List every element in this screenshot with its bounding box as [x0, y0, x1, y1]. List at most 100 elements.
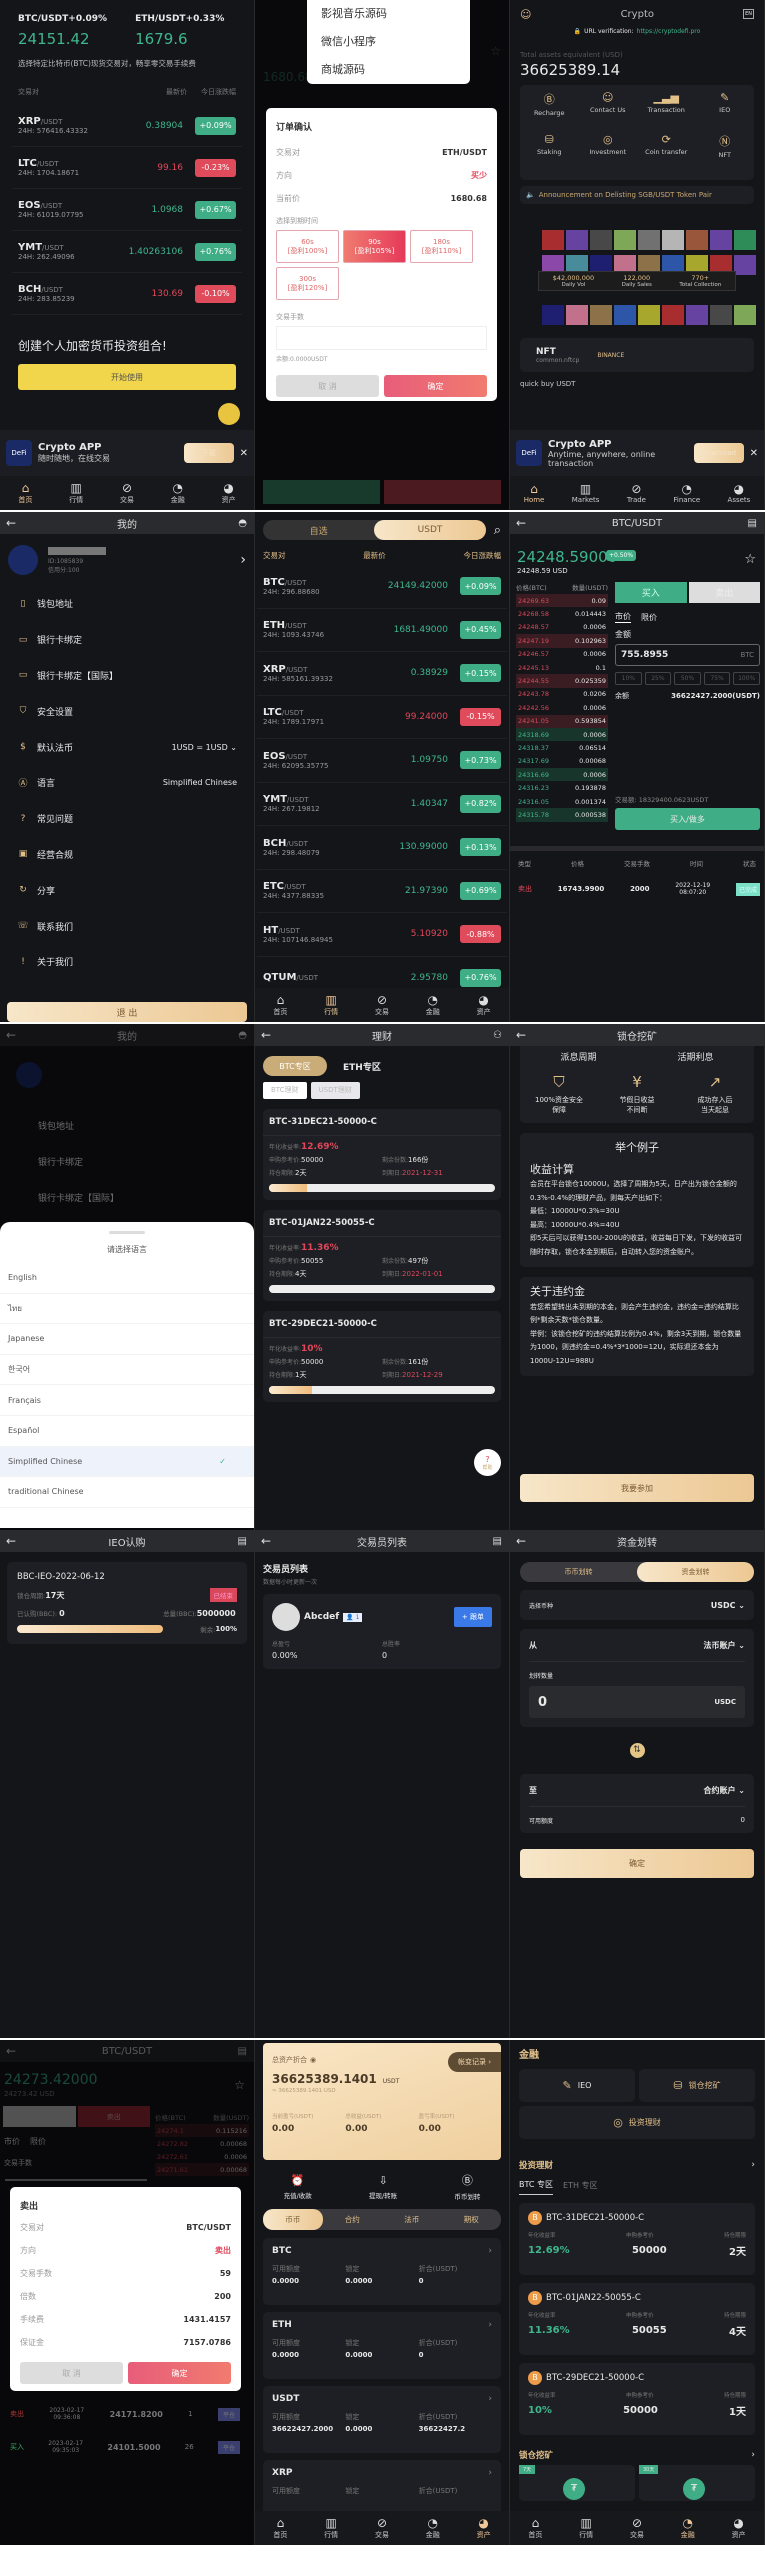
language-option[interactable]: Japanese: [0, 1324, 254, 1355]
nft-banner[interactable]: NFT common.nftcp BINANCE: [520, 338, 754, 372]
nav-item-home[interactable]: ⌂ 首页: [273, 993, 287, 1017]
close-icon[interactable]: ✕: [750, 448, 758, 459]
bid-row[interactable]: 24316.23 0.193878: [516, 781, 608, 794]
back-arrow-icon[interactable]: ←: [261, 1534, 271, 1548]
close-position-button[interactable]: 平仓: [217, 2407, 240, 2421]
market-row[interactable]: XRP/USDT 24H: 585161.39332 0.38929 +0.15%: [257, 652, 507, 696]
market-row[interactable]: YMT/USDT 24H: 262.49096 1.40263106 +0.76%: [12, 231, 242, 273]
amount-input[interactable]: 755.8955 BTC: [615, 644, 760, 666]
shortcut-ieo[interactable]: ✎ IEO: [519, 2069, 635, 2102]
language-option[interactable]: traditional Chinese: [0, 1477, 254, 1508]
nav-item-assets[interactable]: ◕ 资产: [222, 481, 236, 505]
ask-row[interactable]: 24244.55 0.025359: [516, 674, 608, 688]
confirm-button[interactable]: 确定: [520, 1849, 754, 1878]
popup-menu-item[interactable]: 微信小程序: [321, 28, 456, 56]
percent-button[interactable]: 75%: [703, 672, 731, 685]
confirm-button[interactable]: 确定: [384, 375, 487, 397]
back-arrow-icon[interactable]: ←: [6, 1534, 16, 1548]
action-recharge[interactable]: Ⓑ Recharge: [520, 91, 579, 133]
nav-item-home[interactable]: ⌂ 首页: [18, 481, 32, 505]
tab-eth-zone[interactable]: ETH专区: [343, 1060, 381, 1073]
records-icon[interactable]: ▤: [238, 1536, 247, 1547]
avatar-icon[interactable]: ☺: [520, 8, 531, 21]
download-button[interactable]: Download: [693, 443, 744, 463]
ask-row[interactable]: 24242.56 0.0006: [516, 701, 608, 714]
announcement-bar[interactable]: 🔈 Announcement on Delisting SGB/USDT Toke…: [520, 186, 754, 204]
nav-item-assets[interactable]: ◕ 资产: [477, 993, 491, 1017]
market-row[interactable]: BTC/USDT 24H: 296.88680 24149.42000 +0.09%: [257, 565, 507, 609]
bid-row[interactable]: 24318.37 0.06514: [516, 741, 608, 754]
language-option[interactable]: English: [0, 1263, 254, 1294]
search-icon[interactable]: ⌕: [494, 523, 501, 538]
nav-item-home[interactable]: ⌂ 首页: [273, 2516, 287, 2540]
popup-menu-item[interactable]: 商城源码: [321, 56, 456, 84]
menu-item-question[interactable]: ? 常见问题: [0, 801, 254, 837]
account-tab[interactable]: 法币: [382, 2209, 442, 2230]
action-transaction[interactable]: ▁▃▅ Transaction: [637, 91, 696, 133]
back-arrow-icon[interactable]: ←: [516, 1028, 526, 1042]
ask-row[interactable]: 24248.57 0.0006: [516, 621, 608, 634]
bid-row[interactable]: 24318.69 0.0006: [516, 727, 608, 742]
staking-product-card[interactable]: 7天 ₮: [519, 2465, 635, 2501]
action-nft[interactable]: Ⓝ NFT: [696, 133, 755, 175]
expiry-option[interactable]: 180s [盈利110%]: [410, 230, 473, 263]
market-row[interactable]: HT/USDT 24H: 107146.84945 5.10920 -0.88%: [257, 913, 507, 957]
tab-usdt[interactable]: USDT: [374, 520, 486, 540]
swap-direction-icon[interactable]: ⇅: [629, 1743, 645, 1758]
buy-tab[interactable]: 买入: [615, 582, 687, 603]
market-row[interactable]: EOS/USDT 24H: 61019.07795 1.0968 +0.67%: [12, 189, 242, 231]
ticker-card[interactable]: ETH/USDT+0.33% 1679.6: [135, 14, 224, 48]
nav-item-assets[interactable]: ◕ 资产: [477, 2516, 491, 2540]
bid-row[interactable]: 24317.69 0.00068: [516, 755, 608, 768]
chat-bubble-button[interactable]: [218, 403, 240, 425]
menu-item-contact[interactable]: ☏ 联系我们: [0, 908, 254, 944]
nav-item-finance[interactable]: ◔ 金融: [681, 2516, 695, 2540]
expiry-option[interactable]: 60s [盈利100%]: [276, 230, 339, 263]
menu-item-card[interactable]: ▭ 银行卡绑定: [0, 622, 254, 658]
logout-button[interactable]: 退 出: [7, 1002, 247, 1022]
coin-balance-card[interactable]: ETH › 可用额度 0.0000 锁定 0.0000 折合(USDT) 0: [263, 2312, 501, 2379]
buy-long-button[interactable]: 买入/做多: [615, 808, 760, 830]
sub-tab[interactable]: USDT理财: [310, 1082, 360, 1099]
percent-button[interactable]: 10%: [615, 672, 642, 685]
cancel-button[interactable]: 取 消: [20, 2362, 123, 2384]
action-coin-transfer[interactable]: ⟳ Coin transfer: [637, 133, 696, 175]
ask-row[interactable]: 24245.13 0.1: [516, 661, 608, 674]
cancel-button[interactable]: 取 消: [276, 375, 379, 397]
records-button[interactable]: 帐变记录 ›: [447, 2052, 501, 2072]
menu-item-compliance[interactable]: ▣ 经营合规: [0, 837, 254, 873]
user-card[interactable]: ID:1085839 信用分:100 ›: [0, 534, 254, 586]
tab-market[interactable]: 市价: [615, 611, 631, 623]
join-button[interactable]: 我要参加: [520, 1474, 754, 1502]
help-button[interactable]: ? 帮助: [474, 1449, 501, 1476]
sell-tab[interactable]: 卖出: [688, 582, 760, 603]
coin-balance-card[interactable]: USDT › 可用额度 36622427.2000 锁定 0.0000 折合(USDT) 36…: [263, 2386, 501, 2453]
nav-item-finance[interactable]: ◔ 金融: [171, 481, 185, 505]
nav-item-markets[interactable]: ▥ 行情: [579, 2516, 593, 2540]
nav-item-finance[interactable]: ◔ 金融: [426, 2516, 440, 2540]
account-tab[interactable]: 币币: [263, 2209, 323, 2230]
ticker-card[interactable]: BTC/USDT+0.09% 24151.42: [18, 14, 107, 48]
nav-item-markets[interactable]: ▥ 行情: [324, 2516, 338, 2540]
language-option[interactable]: Simplified Chinese ✓: [0, 1446, 254, 1478]
menu-item-dollar[interactable]: $ 默认法币 1USD = 1USD ⌄: [0, 729, 254, 765]
market-row[interactable]: ETC/USDT 24H: 4377.88335 21.97390 +0.69%: [257, 870, 507, 913]
language-option[interactable]: 한국어: [0, 1354, 254, 1386]
action-investment[interactable]: ◎ Investment: [579, 133, 638, 175]
nav-item-markets[interactable]: ▥ Markets: [572, 482, 600, 504]
coin-balance-card[interactable]: BTC › 可用额度 0.0000 锁定 0.0000 折合(USDT) 0: [263, 2238, 501, 2305]
product-card[interactable]: B BTC-31DEC21-50000-C 年化收益率 申购参考价 持仓期限 12.69%…: [519, 2203, 755, 2275]
action-contact-us[interactable]: ☺ Contact Us: [579, 91, 638, 133]
confirm-button[interactable]: 确定: [128, 2362, 231, 2384]
menu-item-wallet[interactable]: ▯ 钱包地址: [0, 586, 254, 622]
download-button[interactable]: 下载: [183, 443, 234, 463]
tab-coin-transfer[interactable]: 币币划转: [520, 1567, 637, 1577]
back-arrow-icon[interactable]: ←: [516, 1534, 526, 1548]
ask-row[interactable]: 24243.78 0.0206: [516, 688, 608, 701]
staking-section-header[interactable]: 锁仓挖矿 ›: [510, 2435, 764, 2465]
ask-row[interactable]: 24241.05 0.593854: [516, 714, 608, 728]
service-icon[interactable]: ◓: [238, 518, 247, 529]
to-row[interactable]: 至 合约账户 ⌄: [529, 1774, 745, 1807]
staking-product-card[interactable]: 30天 ₮: [639, 2465, 755, 2501]
nav-item-markets[interactable]: ▥ 行情: [69, 481, 83, 505]
